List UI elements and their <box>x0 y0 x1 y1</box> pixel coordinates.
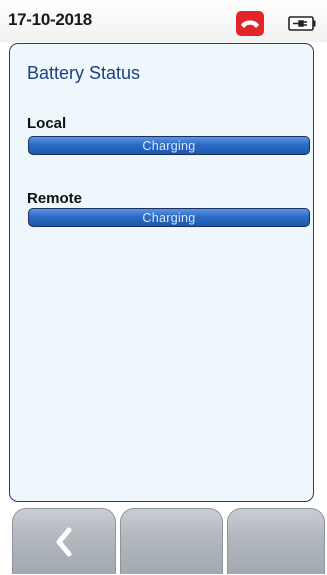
right-softkey[interactable] <box>227 508 325 574</box>
remote-battery-status: Charging <box>142 210 196 225</box>
remote-label: Remote <box>27 190 83 207</box>
softkey-row <box>0 505 327 575</box>
battery-plug-icon <box>288 16 316 31</box>
middle-softkey[interactable] <box>120 508 223 574</box>
phone-hangup-glyph <box>241 20 259 28</box>
local-battery-bar: Charging <box>28 136 310 155</box>
screen: 17-10-2018 Battery Status Local Charging… <box>0 0 327 575</box>
status-bar: 17-10-2018 <box>0 0 327 42</box>
panel-title: Battery Status <box>27 63 141 83</box>
remote-battery-bar: Charging <box>28 208 310 227</box>
local-battery-status: Charging <box>142 138 196 153</box>
battery-status-panel: Battery Status Local Charging Remote Cha… <box>9 43 314 502</box>
local-label: Local <box>27 115 67 132</box>
phone-hangup-icon[interactable] <box>236 11 264 36</box>
date-display: 17-10-2018 <box>8 10 92 29</box>
back-chevron-icon <box>56 527 72 556</box>
back-softkey[interactable] <box>12 508 116 574</box>
